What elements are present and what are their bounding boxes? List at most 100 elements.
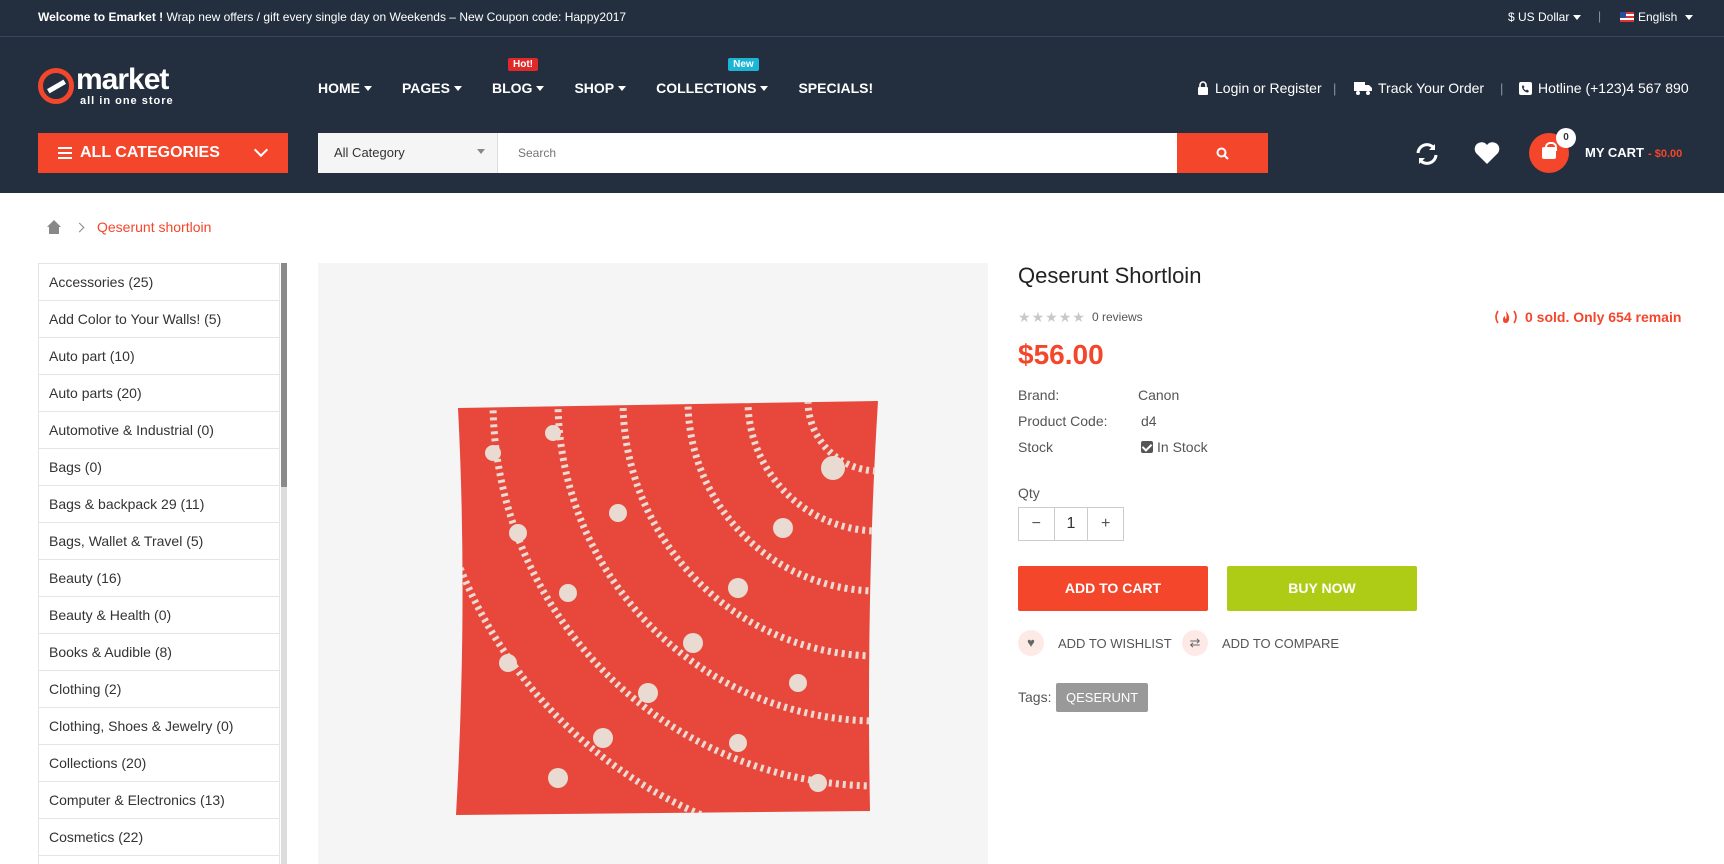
quantity-stepper: − 1 + — [1018, 507, 1124, 541]
language-selector[interactable]: English — [1620, 10, 1694, 24]
welcome-text: Wrap new offers / gift every single day … — [163, 10, 627, 24]
compare-label: ADD TO COMPARE — [1222, 635, 1340, 651]
caret-down-icon — [364, 85, 372, 91]
main-nav: HOME PAGES Hot! BLOG SHOP New COLLECTIONS … — [318, 58, 873, 96]
category-list: Accessories (25) Add Color to Your Walls… — [38, 263, 281, 864]
category-item[interactable]: Beauty & Health (0) — [39, 597, 279, 634]
tag-badge[interactable]: QESERUNT — [1056, 683, 1149, 712]
category-item[interactable]: Bags & backpack 29 (11) — [39, 486, 279, 523]
product-title: Qeserunt Shortloin — [1018, 263, 1202, 288]
qty-increase-button[interactable]: + — [1088, 508, 1123, 540]
category-item[interactable]: Auto parts (20) — [39, 375, 279, 412]
all-categories-button[interactable]: ALL CATEGORIES — [38, 133, 288, 173]
category-item[interactable]: Bags (0) — [39, 449, 279, 486]
login-link[interactable]: Login or Register — [1197, 80, 1322, 96]
category-item[interactable]: Auto part (10) — [39, 338, 279, 375]
nav-blog[interactable]: Hot! BLOG — [491, 58, 545, 96]
qty-label: Qty — [1018, 485, 1040, 501]
caret-down-icon — [760, 85, 769, 91]
logo-text: market — [76, 63, 169, 96]
nav-collections[interactable]: New COLLECTIONS — [656, 58, 769, 96]
category-item[interactable]: Bags, Wallet & Travel (5) — [39, 523, 279, 560]
hotline: Hotline (+123)4 567 890 — [1519, 80, 1689, 96]
product-image[interactable] — [318, 263, 988, 864]
nav-label: BLOG — [491, 80, 533, 96]
phone-icon — [1519, 81, 1532, 95]
header-divider: | — [1333, 81, 1337, 96]
product-code-value: d4 — [1141, 413, 1157, 429]
add-to-compare-link[interactable]: ⇄ ADD TO COMPARE — [1182, 630, 1339, 656]
qty-input[interactable]: 1 — [1053, 508, 1089, 540]
currency-selector[interactable]: $ US Dollar — [1508, 10, 1582, 24]
search-button[interactable] — [1177, 133, 1268, 173]
brand-label: Brand: — [1018, 387, 1060, 403]
nav-label: PAGES — [402, 80, 450, 96]
buy-now-button[interactable]: BUY NOW — [1227, 566, 1417, 611]
chevron-right-icon — [74, 222, 85, 232]
fire-icon — [1495, 310, 1517, 324]
category-item[interactable]: Accessories (25) — [39, 264, 279, 301]
menu-icon — [58, 147, 72, 159]
category-scrollbar-thumb[interactable] — [281, 263, 287, 487]
track-order-link[interactable]: Track Your Order — [1354, 80, 1484, 96]
topbar-divider: | — [1598, 9, 1602, 23]
add-to-wishlist-link[interactable]: ♥ ADD TO WISHLIST — [1018, 630, 1172, 656]
nav-specials[interactable]: SPECIALS! — [798, 80, 873, 96]
new-badge: New — [728, 58, 759, 71]
compare-button[interactable] — [1414, 141, 1440, 167]
logo[interactable]: market all in one store — [38, 65, 174, 107]
qty-decrease-button[interactable]: − — [1019, 508, 1054, 540]
flag-icon — [1620, 12, 1634, 22]
login-label: Login or Register — [1215, 80, 1322, 96]
heart-icon: ♥ — [1018, 630, 1044, 656]
lock-icon — [1198, 81, 1208, 95]
tags-label: Tags: — [1018, 689, 1052, 705]
category-item[interactable]: Beauty (16) — [39, 560, 279, 597]
star-icon: ★ — [1058, 309, 1072, 325]
add-to-cart-button[interactable]: ADD TO CART — [1018, 566, 1208, 611]
search-input[interactable] — [498, 133, 1177, 173]
nav-label: SHOP — [574, 80, 615, 96]
category-item[interactable]: Automotive & Industrial (0) — [39, 412, 279, 449]
category-item[interactable]: Books & Audible (8) — [39, 634, 279, 671]
shopping-bag-icon — [1542, 142, 1557, 159]
breadcrumb: Qeserunt shortloin — [46, 219, 211, 235]
caret-down-icon — [453, 85, 462, 91]
category-item[interactable]: Cosmetics (22) — [39, 819, 279, 856]
product-price: $56.00 — [1018, 339, 1104, 370]
language-label: English — [1638, 10, 1678, 24]
category-item[interactable]: Clothing, Shoes & Jewelry (0) — [39, 708, 279, 745]
stock-value: In Stock — [1141, 439, 1208, 455]
heart-icon — [1474, 142, 1500, 164]
nav-label: HOME — [318, 80, 360, 96]
category-item[interactable]: Clothing (2) — [39, 671, 279, 708]
truck-icon — [1354, 82, 1372, 95]
category-item[interactable] — [39, 856, 279, 864]
nav-home[interactable]: HOME — [318, 80, 372, 96]
hot-badge: Hot! — [507, 58, 538, 71]
reviews-count[interactable]: 0 reviews — [1092, 310, 1143, 324]
category-item[interactable]: Collections (20) — [39, 745, 279, 782]
home-icon[interactable] — [46, 220, 62, 234]
search-category-select[interactable]: All Category — [318, 133, 498, 173]
caret-down-icon — [1685, 14, 1694, 20]
wishlist-button[interactable] — [1474, 141, 1500, 167]
nav-label: SPECIALS! — [798, 80, 874, 96]
product-code-label: Product Code: — [1018, 413, 1108, 429]
refresh-icon — [1416, 143, 1438, 165]
wishlist-label: ADD TO WISHLIST — [1058, 635, 1172, 651]
nav-pages[interactable]: PAGES — [402, 80, 462, 96]
hotline-label: Hotline (+123)4 567 890 — [1538, 80, 1689, 96]
main-header: market all in one store HOME PAGES Hot! B… — [0, 37, 1724, 193]
category-item[interactable]: Add Color to Your Walls! (5) — [39, 301, 279, 338]
cart-summary[interactable]: MY CART - $0.00 — [1585, 145, 1682, 160]
category-item[interactable]: Computer & Electronics (13) — [39, 782, 279, 819]
caret-down-icon — [477, 149, 485, 154]
star-icon: ★ — [1018, 309, 1031, 325]
search-icon — [1216, 147, 1229, 160]
brand-value[interactable]: Canon — [1138, 387, 1179, 403]
breadcrumb-current: Qeserunt shortloin — [97, 219, 212, 235]
all-categories-label: ALL CATEGORIES — [80, 144, 220, 161]
nav-shop[interactable]: SHOP — [574, 80, 627, 96]
sold-label: 0 sold. Only 654 remain — [1525, 309, 1682, 325]
